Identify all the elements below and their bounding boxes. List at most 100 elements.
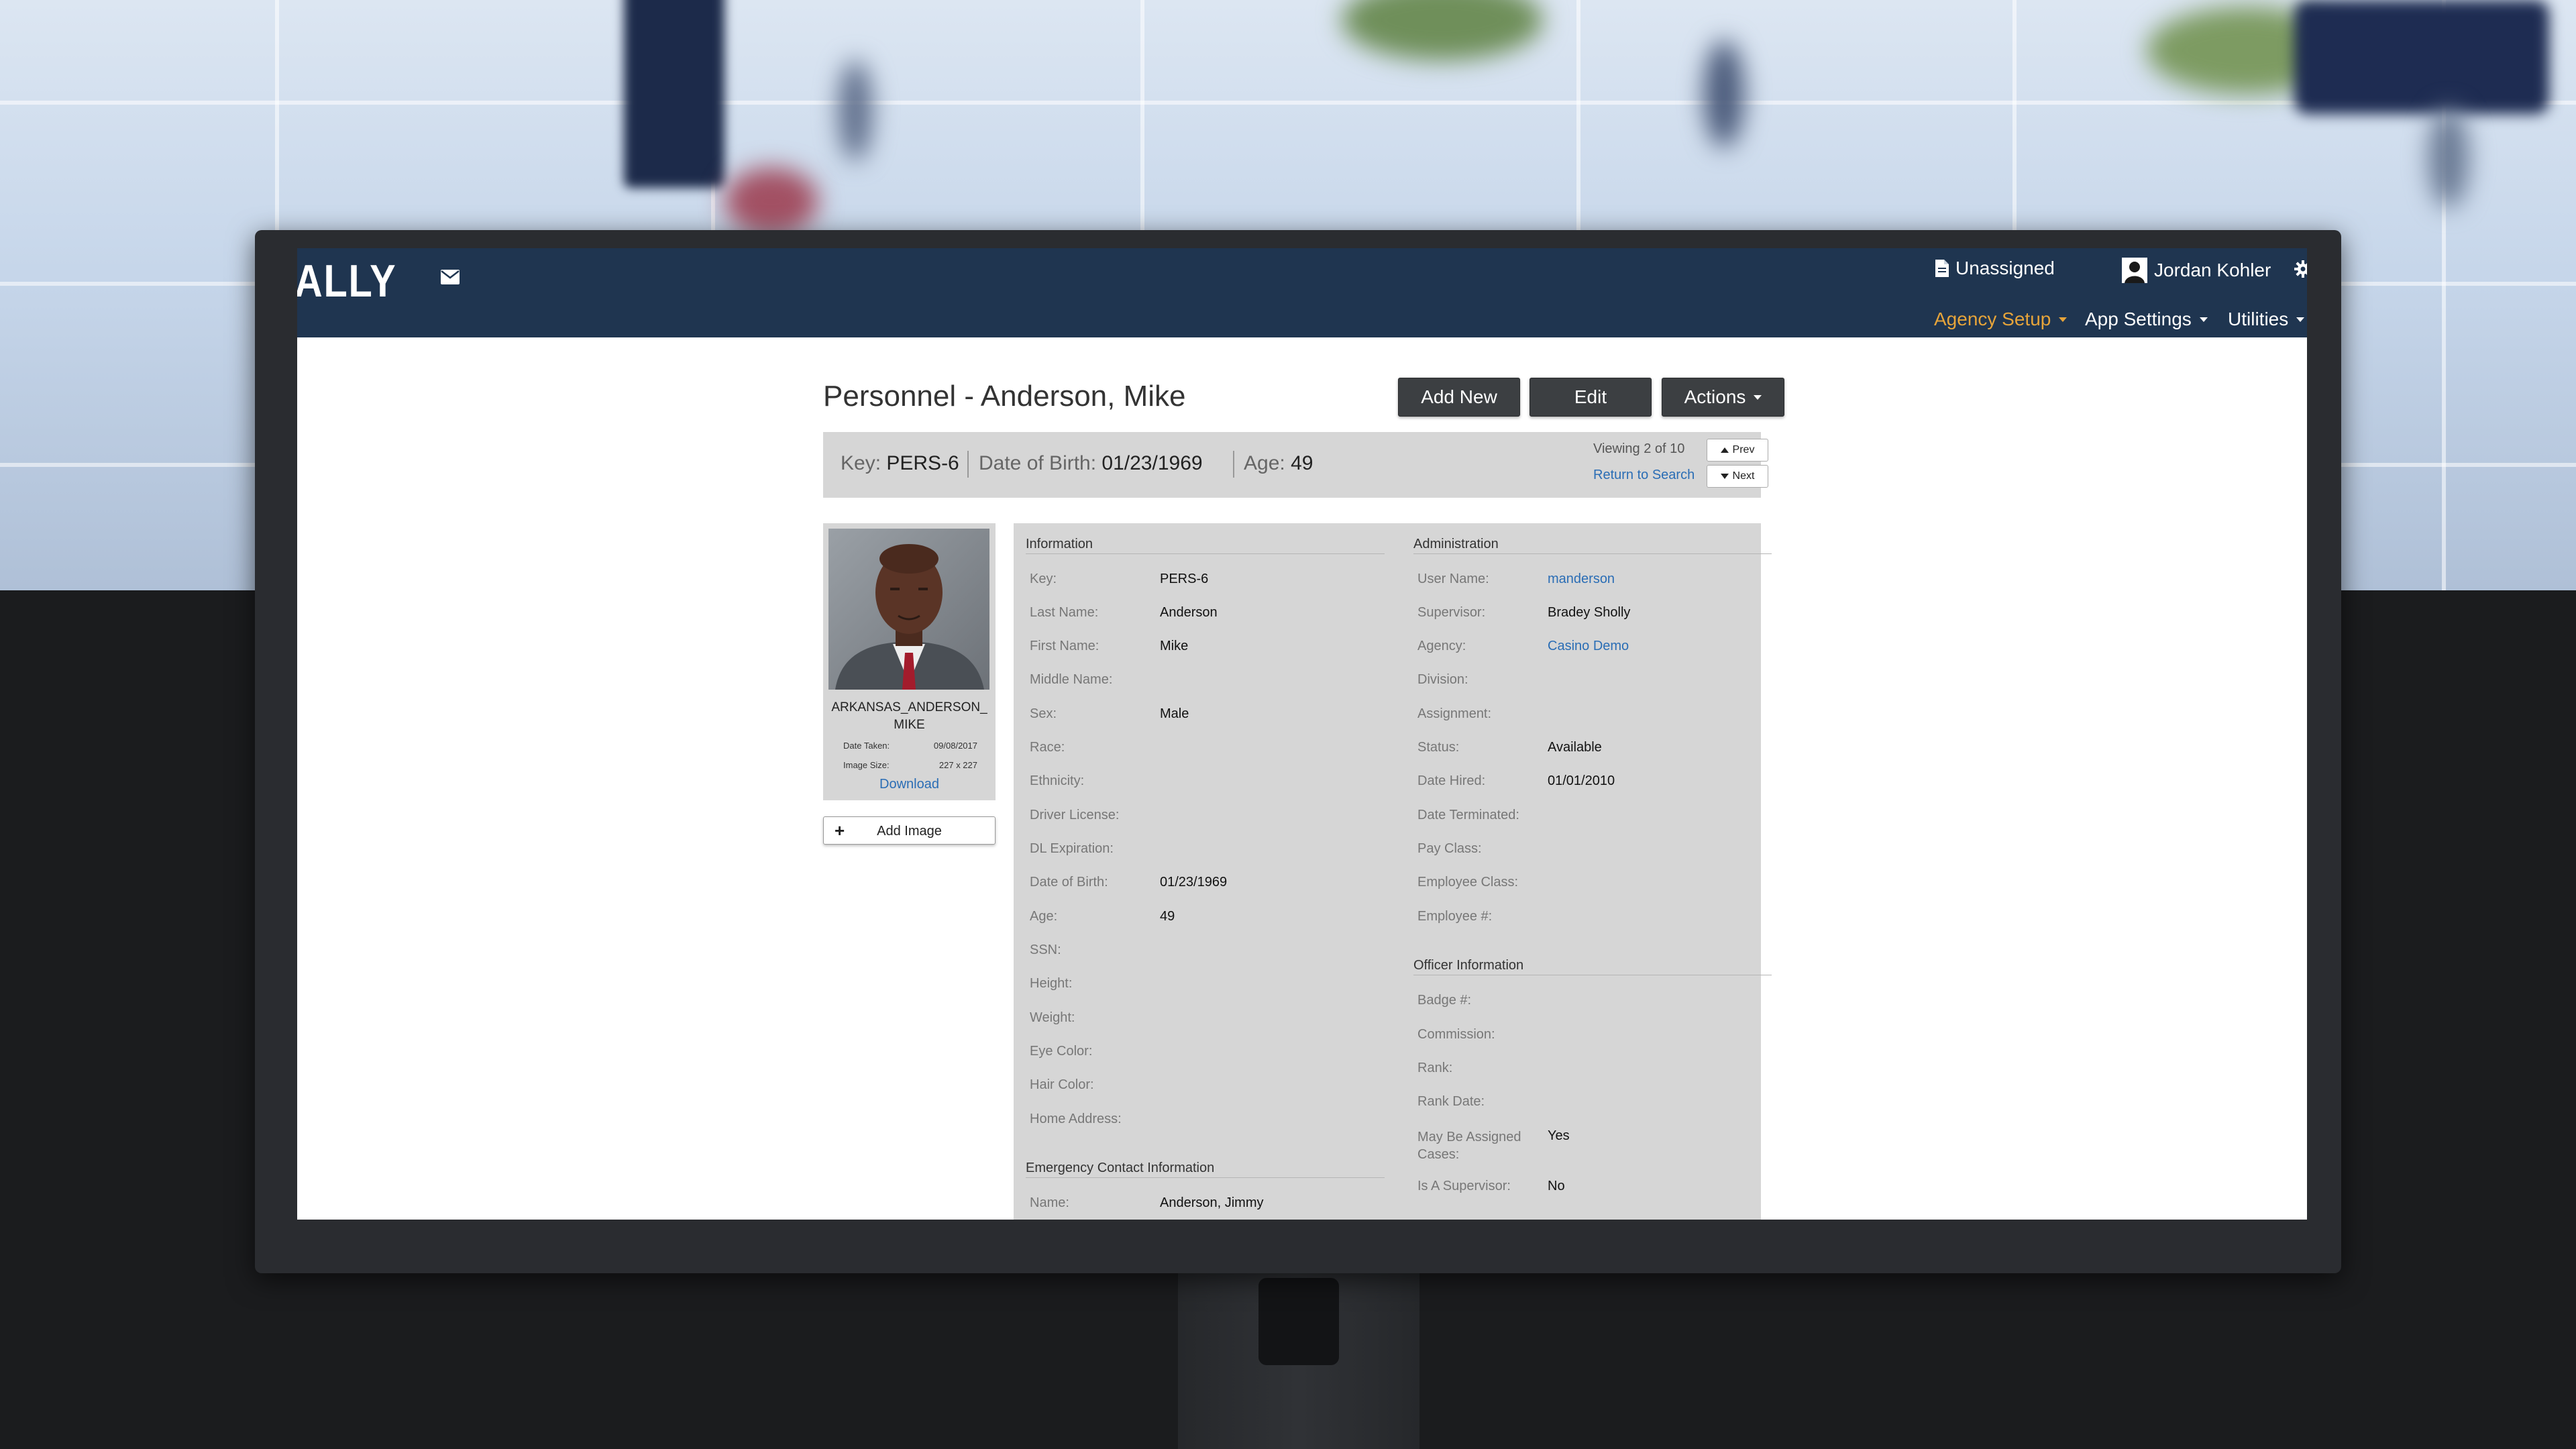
download-link[interactable]: Download	[823, 777, 996, 792]
summary-key: Key: PERS-6	[841, 452, 959, 475]
case-status-label: Unassigned	[1955, 258, 2055, 278]
field-label: Pay Class:	[1417, 841, 1482, 856]
summary-key-label: Key:	[841, 452, 881, 474]
details-panel: Information Key: PERS-6 Last Name: Ander…	[1014, 523, 1772, 1220]
add-image-button[interactable]: + Add Image	[823, 816, 996, 845]
field-value: Mike	[1160, 639, 1189, 653]
record-position: Viewing 2 of 10	[1593, 441, 1685, 456]
image-filename-line1: ARKANSAS_ANDERSON_	[831, 700, 987, 714]
field-label: Date Terminated:	[1417, 808, 1519, 822]
field-label: Assignment:	[1417, 706, 1492, 721]
record-summary-bar: Key: PERS-6 Date of Birth: 01/23/1969 Ag…	[823, 432, 1768, 498]
field-label: First Name:	[1030, 639, 1099, 653]
actions-button[interactable]: Actions	[1662, 378, 1784, 417]
field-label: Sex:	[1030, 706, 1057, 721]
field-label: Height:	[1030, 976, 1073, 991]
username-link[interactable]: manderson	[1548, 572, 1615, 587]
edit-button[interactable]: Edit	[1529, 378, 1652, 417]
page-title: Personnel - Anderson, Mike	[823, 380, 1186, 413]
field-label: Agency:	[1417, 639, 1466, 653]
field-label: Date of Birth:	[1030, 875, 1108, 890]
field-label: Hair Color:	[1030, 1077, 1094, 1092]
field-value: Anderson, Jimmy	[1160, 1195, 1264, 1210]
summary-age-label: Age:	[1244, 452, 1285, 474]
field-label: User Name:	[1417, 572, 1489, 586]
menu-agency-setup-label: Agency Setup	[1934, 309, 2051, 329]
menu-utilities[interactable]: Utilities	[2228, 309, 2305, 330]
prev-button-label: Prev	[1732, 444, 1755, 455]
person-portrait	[828, 529, 989, 690]
user-name: Jordan Kohler	[2154, 260, 2271, 280]
menu-utilities-label: Utilities	[2228, 309, 2289, 329]
field-value: 01/23/1969	[1160, 875, 1228, 890]
case-status[interactable]: Unassigned	[1935, 258, 2055, 279]
user-menu[interactable]: Jordan Kohler	[2122, 258, 2271, 283]
field-label: Division:	[1417, 672, 1468, 687]
field-label: Status:	[1417, 740, 1460, 755]
summary-age-value: 49	[1291, 452, 1313, 474]
gear-icon[interactable]	[2294, 260, 2307, 278]
chevron-down-icon	[1754, 394, 1762, 400]
field-label: Eye Color:	[1030, 1044, 1093, 1059]
caret-down-icon	[1720, 474, 1729, 479]
agency-link[interactable]: Casino Demo	[1548, 639, 1629, 654]
chevron-down-icon	[2059, 317, 2068, 322]
add-new-button[interactable]: Add New	[1398, 378, 1520, 417]
menu-app-settings-label: App Settings	[2085, 309, 2192, 329]
field-value: No	[1548, 1179, 1565, 1193]
field-value: Bradey Sholly	[1548, 605, 1631, 620]
mail-icon[interactable]	[441, 270, 460, 284]
image-size: Image Size: 227 x 227	[843, 760, 977, 770]
image-size-label: Image Size:	[843, 760, 890, 770]
app-logo[interactable]: ALLY	[297, 255, 396, 307]
personnel-photo[interactable]	[828, 529, 989, 690]
next-button-label: Next	[1732, 470, 1755, 482]
field-label: Name:	[1030, 1195, 1069, 1210]
caret-up-icon	[1720, 447, 1729, 453]
field-label: Rank Date:	[1417, 1094, 1485, 1109]
app-screen: ALLY Unassigned Jordan Kohler Agency Set…	[297, 248, 2307, 1220]
summary-dob: Date of Birth: 01/23/1969	[979, 452, 1203, 475]
field-label: Middle Name:	[1030, 672, 1113, 687]
add-image-label: Add Image	[877, 824, 942, 839]
field-value: Male	[1160, 706, 1189, 721]
prev-button[interactable]: Prev	[1707, 439, 1768, 462]
field-value: Available	[1548, 740, 1602, 755]
field-label: SSN:	[1030, 943, 1061, 957]
field-value: Yes	[1548, 1128, 1570, 1143]
field-label: Is A Supervisor:	[1417, 1179, 1511, 1193]
field-label: Badge #:	[1417, 993, 1472, 1008]
field-label: Age:	[1030, 909, 1058, 924]
return-to-search-link[interactable]: Return to Search	[1593, 468, 1695, 483]
field-label: Date Hired:	[1417, 773, 1486, 788]
field-label: Employee #:	[1417, 909, 1493, 924]
field-label: Employee Class:	[1417, 875, 1519, 890]
menu-app-settings[interactable]: App Settings	[2085, 309, 2208, 330]
field-value: 01/01/2010	[1548, 773, 1615, 788]
field-label: Key:	[1030, 572, 1057, 586]
image-filename-line2: MIKE	[894, 718, 925, 732]
summary-dob-label: Date of Birth:	[979, 452, 1097, 474]
field-value: Anderson	[1160, 605, 1218, 620]
officer-section-title: Officer Information	[1413, 958, 1772, 975]
image-size-value: 227 x 227	[938, 760, 977, 770]
image-date-taken: Date Taken: 09/08/2017	[843, 741, 977, 751]
administration-section-title: Administration	[1413, 537, 1772, 554]
field-label: Last Name:	[1030, 605, 1099, 620]
user-avatar-icon	[2122, 258, 2147, 283]
chevron-down-icon	[2296, 317, 2305, 322]
date-taken-label: Date Taken:	[843, 741, 890, 751]
divider	[1233, 451, 1234, 478]
date-taken-value: 09/08/2017	[933, 741, 977, 751]
summary-age: Age: 49	[1244, 452, 1313, 475]
next-button[interactable]: Next	[1707, 465, 1768, 488]
information-section-title: Information	[1026, 537, 1385, 554]
menu-agency-setup[interactable]: Agency Setup	[1934, 309, 2068, 330]
image-card: ARKANSAS_ANDERSON_ MIKE Date Taken: 09/0…	[823, 523, 996, 800]
field-value: 49	[1160, 909, 1175, 924]
summary-key-value: PERS-6	[886, 452, 959, 474]
field-label: Driver License:	[1030, 808, 1120, 822]
actions-button-label: Actions	[1684, 386, 1746, 407]
field-label: Supervisor:	[1417, 605, 1486, 620]
field-label: Rank:	[1417, 1061, 1453, 1075]
